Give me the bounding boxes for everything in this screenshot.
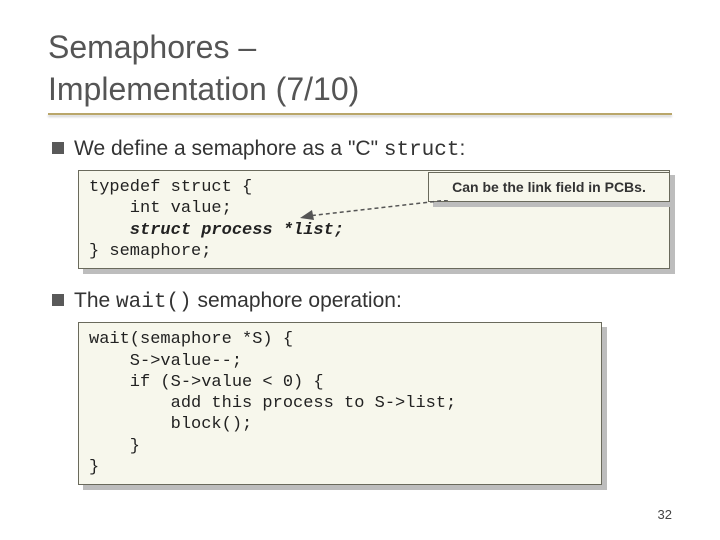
code-block-2-content: wait(semaphore *S) { S->value--; if (S->… [78, 322, 602, 485]
callout-text: Can be the link field in PCBs. [428, 172, 670, 202]
slide-title-line2: Implementation (7/10) [48, 70, 672, 108]
page-number: 32 [658, 507, 672, 522]
code1-line-a: typedef struct { [89, 178, 252, 197]
bullet-1-code: struct [384, 139, 460, 162]
bullet-1: We define a semaphore as a "C" struct: [52, 135, 672, 164]
bullet-1-text: We define a semaphore as a "C" struct: [74, 135, 465, 164]
bullet-square-icon [52, 142, 64, 154]
slide-title-line1: Semaphores – [48, 28, 672, 66]
bullet-2-suffix: semaphore operation: [192, 289, 402, 312]
code-block-2: wait(semaphore *S) { S->value--; if (S->… [78, 322, 602, 485]
bullet-1-suffix: : [459, 137, 465, 160]
code1-line-b: int value; [89, 199, 232, 218]
code1-line-d: } semaphore; [89, 242, 211, 261]
bullet-2-code: wait() [116, 291, 192, 314]
bullet-1-prefix: We define a semaphore as a "C" [74, 137, 384, 160]
bullet-square-icon [52, 294, 64, 306]
bullet-2-prefix: The [74, 289, 116, 312]
code1-line-c: struct process *list; [89, 221, 344, 240]
callout-box: Can be the link field in PCBs. [428, 172, 670, 202]
bullet-2: The wait() semaphore operation: [52, 287, 672, 316]
title-underline [48, 113, 672, 115]
code-block-1: typedef struct { int value; struct proce… [78, 170, 670, 269]
bullet-2-text: The wait() semaphore operation: [74, 287, 402, 316]
